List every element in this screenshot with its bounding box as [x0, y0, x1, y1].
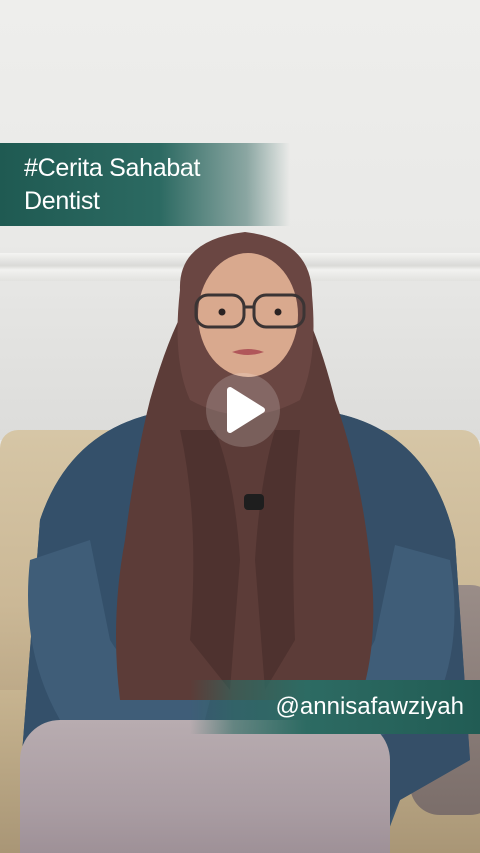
- caption-line-2: Dentist: [24, 187, 100, 215]
- caption-overlay: #Cerita Sahabat Dentist: [0, 143, 290, 226]
- play-button[interactable]: [206, 373, 280, 447]
- pillow: [20, 720, 390, 853]
- play-icon: [227, 387, 265, 433]
- video-frame[interactable]: #Cerita Sahabat Dentist @annisafawziyah: [0, 0, 480, 853]
- username-tag: @annisafawziyah: [190, 680, 480, 734]
- username-label: @annisafawziyah: [275, 693, 464, 720]
- caption-line-1: #Cerita Sahabat: [24, 154, 201, 182]
